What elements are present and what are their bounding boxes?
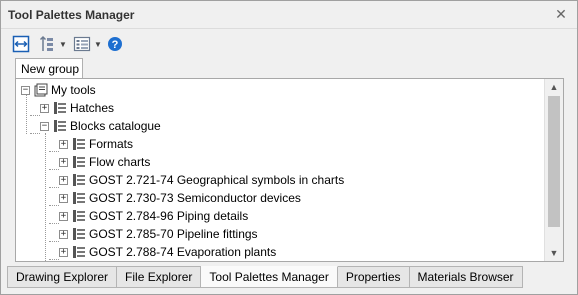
palette-group-icon xyxy=(73,210,85,222)
tree-label: Blocks catalogue xyxy=(70,119,161,133)
fit-width-button[interactable] xyxy=(12,34,30,54)
tree-label: My tools xyxy=(51,83,96,97)
view-button[interactable]: ▼ xyxy=(73,34,102,54)
expand-icon[interactable]: + xyxy=(59,193,68,203)
tree-label: GOST 2.784-96 Piping details xyxy=(89,209,249,223)
tab-materials-browser[interactable]: Materials Browser xyxy=(409,266,523,288)
tab-tool-palettes-manager[interactable]: Tool Palettes Manager xyxy=(201,266,338,288)
close-icon[interactable]: ✕ xyxy=(554,7,568,21)
toolbar: ▼ ▼ ? xyxy=(1,30,577,58)
palette-group-icon xyxy=(73,174,85,186)
palette-group-icon xyxy=(73,138,85,150)
collapse-icon[interactable]: − xyxy=(21,85,30,95)
tree-item-gost-2-721[interactable]: + GOST 2.721-74 Geographical symbols in … xyxy=(59,171,344,189)
tab-drawing-explorer[interactable]: Drawing Explorer xyxy=(7,266,118,288)
tab-file-explorer[interactable]: File Explorer xyxy=(117,266,202,288)
tree-connector xyxy=(49,187,59,188)
scrollbar-thumb[interactable] xyxy=(548,96,560,227)
tree-connector xyxy=(49,259,59,260)
tree-item-flow-charts[interactable]: + Flow charts xyxy=(59,153,150,171)
tree-view: − My tools + Hatches − Blocks catalogue … xyxy=(15,78,564,262)
expand-icon[interactable]: + xyxy=(59,139,68,149)
palette-group-icon xyxy=(73,228,85,240)
tree-connector xyxy=(49,151,59,152)
tree-label: GOST 2.730-73 Semiconductor devices xyxy=(89,191,301,205)
expand-icon[interactable]: + xyxy=(59,229,68,239)
tree-root[interactable]: − My tools xyxy=(21,81,96,99)
chevron-down-icon: ▼ xyxy=(59,39,67,49)
tree-label: Hatches xyxy=(70,101,115,115)
tool-tree: − My tools + Hatches − Blocks catalogue … xyxy=(16,79,544,261)
title-bar: Tool Palettes Manager ✕ xyxy=(1,1,577,29)
expand-icon[interactable]: + xyxy=(59,157,68,167)
collapse-icon[interactable]: − xyxy=(40,121,49,131)
palette-group-icon xyxy=(54,102,66,114)
fit-width-icon xyxy=(12,35,30,53)
tree-item-gost-2-788[interactable]: + GOST 2.788-74 Evaporation plants xyxy=(59,243,276,261)
scroll-down-icon[interactable]: ▼ xyxy=(545,245,563,261)
tree-item-gost-2-784[interactable]: + GOST 2.784-96 Piping details xyxy=(59,207,248,225)
tree-connector xyxy=(49,241,59,242)
svg-text:?: ? xyxy=(112,39,119,51)
tree-label: Flow charts xyxy=(89,155,151,169)
tree-label: GOST 2.788-74 Evaporation plants xyxy=(89,245,277,259)
tree-connector xyxy=(30,115,40,116)
tree-label: Formats xyxy=(89,137,134,151)
palette-group-icon xyxy=(73,246,85,258)
sort-icon xyxy=(39,35,53,51)
expand-icon[interactable]: + xyxy=(59,175,68,185)
chevron-down-icon: ▼ xyxy=(94,39,102,49)
tree-label: GOST 2.721-74 Geographical symbols in ch… xyxy=(89,173,345,187)
tab-new-group[interactable]: New group xyxy=(15,58,83,79)
expand-icon[interactable]: + xyxy=(59,247,68,257)
window-title: Tool Palettes Manager xyxy=(8,8,135,22)
view-list-icon xyxy=(73,36,91,52)
tree-connector xyxy=(45,133,46,261)
palette-group-icon xyxy=(73,192,85,204)
tree-connector xyxy=(26,95,27,134)
vertical-scrollbar[interactable]: ▲ ▼ xyxy=(544,79,563,261)
expand-icon[interactable]: + xyxy=(59,211,68,221)
help-button[interactable]: ? xyxy=(107,34,123,54)
tool-palettes-panel: Tool Palettes Manager ✕ ▼ ▼ ? New group … xyxy=(0,0,578,295)
tree-item-hatches[interactable]: + Hatches xyxy=(40,99,114,117)
expand-icon[interactable]: + xyxy=(40,103,49,113)
tab-properties[interactable]: Properties xyxy=(337,266,410,288)
tree-item-formats[interactable]: + Formats xyxy=(59,135,133,153)
tree-item-blocks-catalogue[interactable]: − Blocks catalogue xyxy=(40,117,161,135)
tree-item-gost-2-730[interactable]: + GOST 2.730-73 Semiconductor devices xyxy=(59,189,301,207)
palette-group-icon xyxy=(73,156,85,168)
tools-folder-icon xyxy=(34,83,48,97)
palette-group-icon xyxy=(54,120,66,132)
tree-label: GOST 2.785-70 Pipeline fittings xyxy=(89,227,258,241)
help-icon: ? xyxy=(108,37,122,51)
tree-connector xyxy=(49,169,59,170)
tree-connector xyxy=(30,133,40,134)
tree-item-gost-2-785[interactable]: + GOST 2.785-70 Pipeline fittings xyxy=(59,225,258,243)
sort-button[interactable]: ▼ xyxy=(38,34,67,54)
bottom-tab-bar: Drawing Explorer File Explorer Tool Pale… xyxy=(7,266,523,288)
tree-connector xyxy=(49,205,59,206)
scroll-up-icon[interactable]: ▲ xyxy=(545,79,563,95)
tree-connector xyxy=(49,223,59,224)
